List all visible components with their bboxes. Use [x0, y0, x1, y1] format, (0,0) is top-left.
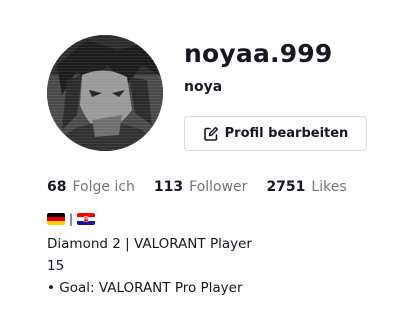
profile-header: noyaa.999 noya Profil bearbeiten 68 Folg…: [0, 0, 395, 314]
profile-photo-icon: [47, 35, 163, 151]
flag-separator: |: [69, 212, 74, 226]
profile-stats: 68 Folge ich 113 Follower 2751 Likes: [47, 179, 347, 195]
bio-text: Diamond 2 | VALORANT Player 15 • Goal: V…: [47, 233, 252, 299]
username: noyaa.999: [184, 39, 333, 68]
followers-stat[interactable]: 113 Follower: [154, 179, 248, 195]
following-label: Folge ich: [72, 179, 135, 195]
bio-line: 15: [47, 258, 65, 274]
edit-profile-label: Profil bearbeiten: [224, 126, 349, 141]
germany-flag-icon: [47, 213, 65, 225]
likes-stat: 2751 Likes: [266, 179, 346, 195]
nickname: noya: [184, 79, 223, 95]
likes-count: 2751: [266, 179, 306, 195]
edit-profile-button[interactable]: Profil bearbeiten: [184, 116, 367, 151]
following-count: 68: [47, 179, 67, 195]
likes-label: Likes: [311, 179, 347, 195]
avatar[interactable]: [47, 35, 163, 151]
croatia-flag-icon: [77, 213, 96, 225]
followers-label: Follower: [189, 179, 248, 195]
bio-flags: |: [47, 212, 96, 226]
bio-line: • Goal: VALORANT Pro Player: [47, 280, 243, 296]
following-stat[interactable]: 68 Folge ich: [47, 179, 135, 195]
bio-line: Diamond 2 | VALORANT Player: [47, 236, 252, 252]
edit-icon: [203, 126, 219, 142]
followers-count: 113: [153, 179, 184, 195]
